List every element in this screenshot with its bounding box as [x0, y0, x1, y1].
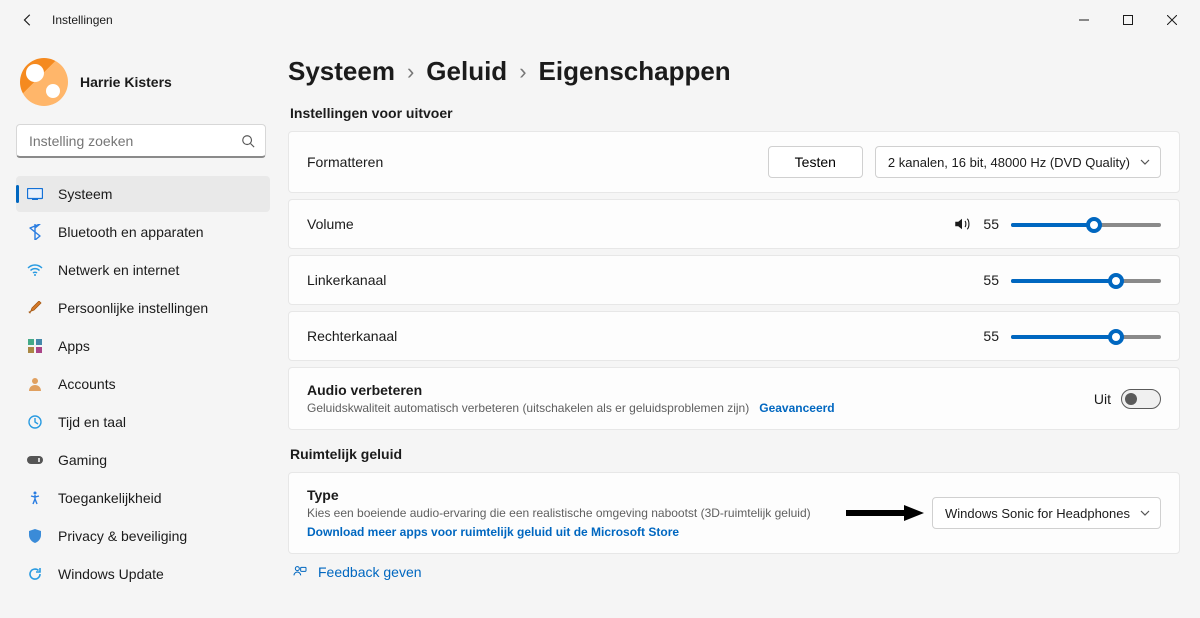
nav-item-access[interactable]: Toegankelijkheid [16, 480, 270, 516]
volume-slider[interactable] [1011, 214, 1161, 234]
nav-item-update[interactable]: Windows Update [16, 556, 270, 592]
shield-icon [26, 527, 44, 545]
arrow-annotation [844, 501, 924, 525]
right-channel-slider[interactable] [1011, 326, 1161, 346]
left-channel-label: Linkerkanaal [307, 272, 386, 288]
nav-label: Toegankelijkheid [58, 490, 162, 506]
feedback-link[interactable]: Feedback geven [292, 564, 1180, 580]
card-left-channel: Linkerkanaal 55 [288, 255, 1180, 305]
clock-icon [26, 413, 44, 431]
nav-item-person[interactable]: Accounts [16, 366, 270, 402]
nav-item-shield[interactable]: Privacy & beveiliging [16, 518, 270, 554]
window-title: Instellingen [52, 13, 113, 27]
access-icon [26, 489, 44, 507]
feedback-icon [292, 564, 308, 580]
maximize-button[interactable] [1106, 4, 1150, 36]
section-heading-output: Instellingen voor uitvoer [290, 105, 1180, 121]
sidebar: Harrie Kisters Systeem Bluetooth en appar… [0, 40, 280, 618]
nav-label: Systeem [58, 186, 112, 202]
card-volume: Volume 55 [288, 199, 1180, 249]
test-button[interactable]: Testen [768, 146, 863, 178]
nav-item-system[interactable]: Systeem [16, 176, 270, 212]
chevron-right-icon: › [407, 59, 414, 85]
brush-icon [26, 299, 44, 317]
toggle-switch[interactable] [1121, 389, 1161, 409]
chevron-down-icon [1140, 508, 1150, 518]
nav-item-brush[interactable]: Persoonlijke instellingen [16, 290, 270, 326]
left-channel-slider[interactable] [1011, 270, 1161, 290]
section-heading-spatial: Ruimtelijk geluid [290, 446, 1180, 462]
chevron-right-icon: › [519, 59, 526, 85]
speaker-icon[interactable] [953, 215, 971, 233]
account-name: Harrie Kisters [80, 74, 172, 90]
breadcrumb: Systeem › Geluid › Eigenschappen [288, 56, 1180, 87]
minimize-button[interactable] [1062, 4, 1106, 36]
nav-item-apps[interactable]: Apps [16, 328, 270, 364]
download-link[interactable]: Download meer apps voor ruimtelijk gelui… [307, 525, 811, 539]
feedback-label: Feedback geven [318, 564, 422, 580]
back-button[interactable] [12, 4, 44, 36]
window-controls [1062, 4, 1194, 36]
avatar [20, 58, 68, 106]
spatial-type-desc: Kies een boeiende audio-ervaring die een… [307, 506, 811, 520]
nav-label: Privacy & beveiliging [58, 528, 187, 544]
spatial-type-dropdown[interactable]: Windows Sonic for Headphones [932, 497, 1161, 529]
advanced-link[interactable]: Geavanceerd [759, 401, 834, 415]
nav-item-bluetooth[interactable]: Bluetooth en apparaten [16, 214, 270, 250]
game-icon [26, 451, 44, 469]
card-format: Formatteren Testen 2 kanalen, 16 bit, 48… [288, 131, 1180, 193]
card-spatial-type: Type Kies een boeiende audio-ervaring di… [288, 472, 1180, 554]
bluetooth-icon [26, 223, 44, 241]
search-input[interactable] [27, 132, 241, 150]
wifi-icon [26, 261, 44, 279]
volume-label: Volume [307, 216, 354, 232]
audio-enhance-toggle[interactable]: Uit [1094, 389, 1161, 409]
update-icon [26, 565, 44, 583]
account-header[interactable]: Harrie Kisters [16, 50, 270, 124]
nav-label: Apps [58, 338, 90, 354]
volume-value: 55 [981, 216, 999, 232]
card-audio-enhance[interactable]: Audio verbeteren Geluidskwaliteit automa… [288, 367, 1180, 430]
search-icon [241, 134, 255, 148]
left-channel-value: 55 [981, 272, 999, 288]
format-dropdown-value: 2 kanalen, 16 bit, 48000 Hz (DVD Quality… [888, 155, 1130, 170]
nav-label: Netwerk en internet [58, 262, 179, 278]
nav-label: Windows Update [58, 566, 164, 582]
format-dropdown[interactable]: 2 kanalen, 16 bit, 48000 Hz (DVD Quality… [875, 146, 1161, 178]
main-content: Systeem › Geluid › Eigenschappen Instell… [280, 40, 1200, 618]
nav-label: Accounts [58, 376, 116, 392]
breadcrumb-item-current: Eigenschappen [539, 56, 731, 87]
person-icon [26, 375, 44, 393]
apps-icon [26, 337, 44, 355]
audio-enhance-title: Audio verbeteren [307, 382, 835, 398]
nav-label: Tijd en taal [58, 414, 126, 430]
spatial-type-title: Type [307, 487, 811, 503]
right-channel-value: 55 [981, 328, 999, 344]
nav-label: Gaming [58, 452, 107, 468]
spatial-type-value: Windows Sonic for Headphones [945, 506, 1130, 521]
format-label: Formatteren [307, 154, 383, 170]
search-box[interactable] [16, 124, 266, 158]
breadcrumb-item-1[interactable]: Geluid [426, 56, 507, 87]
breadcrumb-item-0[interactable]: Systeem [288, 56, 395, 87]
nav-item-wifi[interactable]: Netwerk en internet [16, 252, 270, 288]
nav-label: Bluetooth en apparaten [58, 224, 204, 240]
chevron-down-icon [1140, 157, 1150, 167]
card-right-channel: Rechterkanaal 55 [288, 311, 1180, 361]
titlebar: Instellingen [0, 0, 1200, 40]
toggle-label: Uit [1094, 391, 1111, 407]
close-button[interactable] [1150, 4, 1194, 36]
system-icon [26, 185, 44, 203]
nav-item-clock[interactable]: Tijd en taal [16, 404, 270, 440]
right-channel-label: Rechterkanaal [307, 328, 397, 344]
nav-list: Systeem Bluetooth en apparaten Netwerk en … [16, 176, 270, 592]
nav-item-game[interactable]: Gaming [16, 442, 270, 478]
audio-enhance-desc: Geluidskwaliteit automatisch verbeteren … [307, 401, 749, 415]
nav-label: Persoonlijke instellingen [58, 300, 208, 316]
